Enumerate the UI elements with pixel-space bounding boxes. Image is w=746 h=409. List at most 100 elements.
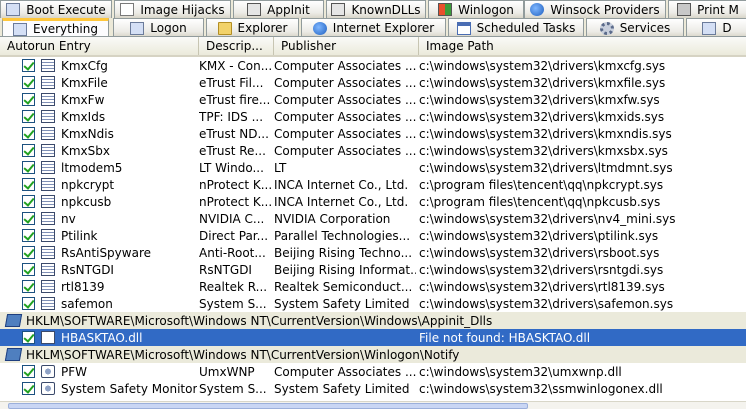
tab-boot-execute[interactable]: Boot Execute: [0, 0, 112, 18]
tab-scheduled-tasks[interactable]: Scheduled Tasks: [448, 18, 584, 36]
enable-checkbox[interactable]: [22, 331, 35, 344]
tab-winlogon[interactable]: Winlogon: [428, 0, 524, 18]
scrollbar-thumb[interactable]: [8, 403, 528, 409]
column-image-path[interactable]: Image Path: [419, 37, 746, 55]
enable-checkbox[interactable]: [22, 195, 35, 208]
tab-knowndlls[interactable]: KnownDLLs: [326, 0, 426, 18]
enable-checkbox[interactable]: [22, 212, 35, 225]
table-row[interactable]: HBASKTAO.dll File not found: HBASKTAO.dll: [0, 329, 746, 346]
box-icon: [13, 22, 28, 36]
table-row[interactable]: KmxCfg KMX - Con... Computer Associates ..…: [0, 57, 746, 74]
entry-image-path: c:\windows\system32\drivers\kmxcfg.sys: [419, 58, 666, 73]
table-row[interactable]: KmxFw eTrust fire... Computer Associates .…: [0, 91, 746, 108]
table-row[interactable]: RsNTGDI RsNTGDI Beijing Rising Informat...…: [0, 261, 746, 278]
tab-label: Image Hijacks: [140, 2, 225, 17]
table-row[interactable]: ltmodem5 LT Windo... LT c:\windows\system32…: [0, 159, 746, 176]
entry-image-path: c:\windows\system32\drivers\kmxids.sys: [419, 109, 665, 124]
enable-checkbox[interactable]: [22, 280, 35, 293]
horizontal-scrollbar[interactable]: [0, 401, 746, 409]
entry-image-path: c:\windows\system32\drivers\kmxsbx.sys: [419, 143, 668, 158]
tab-services[interactable]: Services: [586, 18, 684, 36]
table-row[interactable]: nv NVIDIA C... NVIDIA Corporation c:\window…: [0, 210, 746, 227]
table-row[interactable]: Ptilink Direct Par... Parallel Technologie…: [0, 227, 746, 244]
tab-label: Winlogon: [458, 2, 514, 17]
tab-label: Scheduled Tasks: [476, 21, 576, 35]
tab-d[interactable]: D: [686, 18, 746, 36]
tab-appinit[interactable]: AppInit: [233, 0, 324, 18]
entry-publisher: Computer Associates ...: [274, 58, 416, 73]
tab-label: Services: [619, 21, 671, 35]
enable-checkbox[interactable]: [22, 93, 35, 106]
table-row[interactable]: KmxIds TPF: IDS ... Computer Associates ..…: [0, 108, 746, 125]
column-description[interactable]: Descrip...: [199, 37, 274, 55]
entry-image-path: c:\windows\system32\umxwnp.dll: [419, 364, 622, 379]
entry-publisher: Computer Associates ...: [274, 109, 416, 124]
autorun-list[interactable]: KmxCfg KMX - Con... Computer Associates ..…: [0, 57, 746, 401]
entry-name: KmxFile: [61, 75, 108, 90]
entry-publisher: Beijing Rising Techno...: [274, 245, 413, 260]
dll-icon: [247, 3, 262, 16]
registry-key-icon: [4, 314, 23, 327]
entry-publisher: Computer Associates ...: [274, 143, 416, 158]
entry-description: Direct Par...: [199, 228, 269, 243]
table-row[interactable]: safemon System S... System Safety Limited c…: [0, 295, 746, 312]
enable-checkbox[interactable]: [22, 110, 35, 123]
entry-publisher: System Safety Limited: [274, 296, 410, 311]
enable-checkbox[interactable]: [22, 382, 35, 395]
table-row[interactable]: RsAntiSpyware Anti-Root... Beijing Rising …: [0, 244, 746, 261]
tab-winsock-providers[interactable]: Winsock Providers: [524, 0, 666, 18]
enable-checkbox[interactable]: [22, 229, 35, 242]
globe-icon: [530, 3, 545, 16]
enable-checkbox[interactable]: [22, 365, 35, 378]
enable-checkbox[interactable]: [22, 59, 35, 72]
enable-checkbox[interactable]: [22, 76, 35, 89]
tab-print-m[interactable]: Print M: [668, 0, 746, 18]
tab-logon[interactable]: Logon: [113, 18, 204, 36]
tab-label: Explorer: [237, 21, 288, 35]
tab-explorer[interactable]: Explorer: [206, 18, 299, 36]
cal-icon: [456, 21, 471, 35]
registry-group-row[interactable]: HKLM\SOFTWARE\Microsoft\Windows NT\Curre…: [0, 346, 746, 363]
entry-image-path: c:\windows\system32\drivers\nv4_mini.sys: [419, 211, 676, 226]
enable-checkbox[interactable]: [22, 246, 35, 259]
entry-description: System S...: [199, 296, 267, 311]
entry-publisher: Computer Associates ...: [274, 364, 416, 379]
tab-label: Winsock Providers: [550, 2, 660, 17]
table-row[interactable]: npkcrypt nProtect K... INCA Internet Co., …: [0, 176, 746, 193]
column-publisher[interactable]: Publisher: [274, 37, 419, 55]
table-row[interactable]: KmxNdis eTrust ND... Computer Associates .…: [0, 125, 746, 142]
column-header: Autorun Entry Descrip... Publisher Image…: [0, 37, 746, 57]
tab-image-hijacks[interactable]: Image Hijacks: [114, 0, 231, 18]
column-autorun-entry[interactable]: Autorun Entry: [0, 37, 199, 55]
entry-description: nProtect K...: [199, 194, 271, 209]
enable-checkbox[interactable]: [22, 297, 35, 310]
driver-icon: [41, 297, 55, 310]
entry-name: RsNTGDI: [61, 262, 114, 277]
entry-image-path: c:\windows\system32\drivers\rtl8139.sys: [419, 279, 665, 294]
table-row[interactable]: KmxFile eTrust Fil... Computer Associates …: [0, 74, 746, 91]
tab-internet-explorer[interactable]: Internet Explorer: [301, 18, 446, 36]
enable-checkbox[interactable]: [22, 144, 35, 157]
entry-name: nv: [61, 211, 76, 226]
driver-icon: [41, 280, 55, 293]
entry-name: PFW: [61, 364, 88, 379]
enable-checkbox[interactable]: [22, 263, 35, 276]
print-icon: [677, 3, 692, 16]
table-row[interactable]: rtl8139 Realtek R... Realtek Semiconduct..…: [0, 278, 746, 295]
tab-everything[interactable]: Everything: [2, 18, 109, 36]
entry-description: eTrust Re...: [199, 143, 266, 158]
registry-group-row[interactable]: HKLM\SOFTWARE\Microsoft\Windows NT\Curre…: [0, 312, 746, 329]
driver-icon: [41, 263, 55, 276]
win-icon: [438, 3, 453, 16]
enable-checkbox[interactable]: [22, 161, 35, 174]
entry-name: ltmodem5: [61, 160, 123, 175]
entry-name: Ptilink: [61, 228, 98, 243]
table-row[interactable]: PFW UmxWNP Computer Associates ... c:\windo…: [0, 363, 746, 380]
table-row[interactable]: KmxSbx eTrust Re... Computer Associates ..…: [0, 142, 746, 159]
enable-checkbox[interactable]: [22, 178, 35, 191]
table-row[interactable]: npkcusb nProtect K... INCA Internet Co., L…: [0, 193, 746, 210]
entry-publisher: Computer Associates ...: [274, 126, 416, 141]
enable-checkbox[interactable]: [22, 127, 35, 140]
table-row[interactable]: System Safety Monitor System S... System S…: [0, 380, 746, 397]
box-icon: [6, 3, 21, 16]
